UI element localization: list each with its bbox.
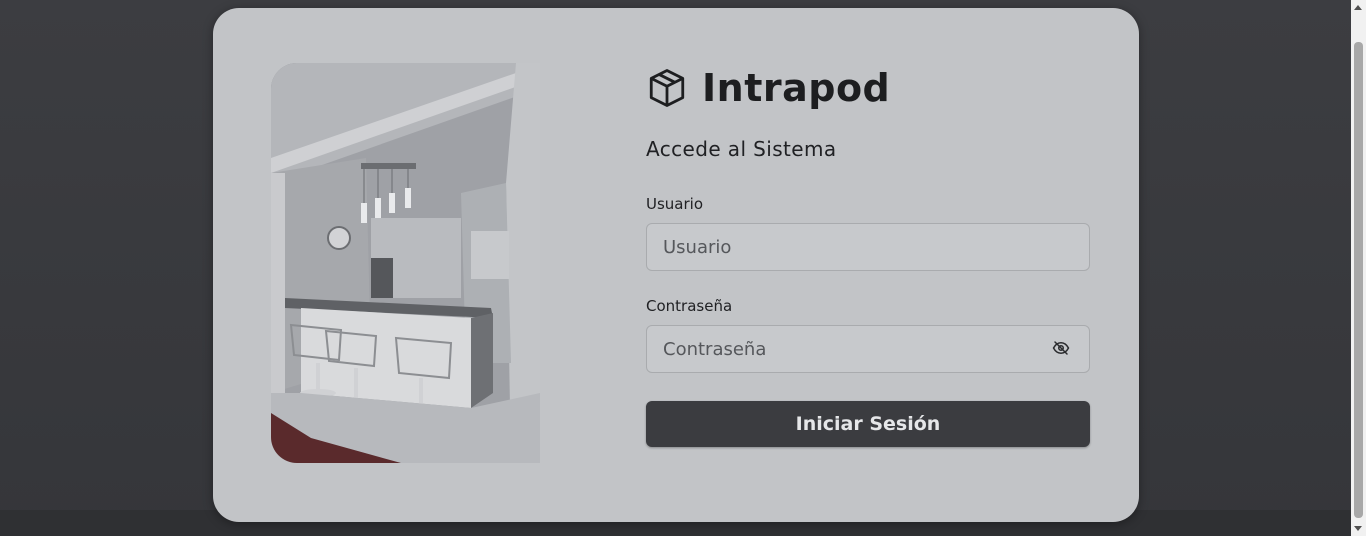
login-page: Intrapod Accede al Sistema Usuario Contr… [0, 0, 1366, 536]
page-subtitle: Accede al Sistema [646, 137, 837, 161]
login-card: Intrapod Accede al Sistema Usuario Contr… [213, 8, 1139, 522]
password-label: Contraseña [646, 297, 733, 315]
username-input[interactable] [646, 223, 1090, 271]
eye-off-icon[interactable] [1052, 339, 1072, 359]
password-input[interactable] [646, 325, 1090, 373]
page-scrollbar[interactable] [1351, 0, 1366, 536]
scroll-down-icon[interactable] [1354, 526, 1362, 531]
box-icon [646, 67, 688, 109]
brand-name: Intrapod [702, 66, 891, 110]
login-button[interactable]: Iniciar Sesión [646, 401, 1090, 447]
brand: Intrapod [646, 63, 1090, 113]
password-group: Contraseña [646, 297, 1090, 373]
scroll-thumb[interactable] [1354, 42, 1363, 518]
username-label: Usuario [646, 195, 704, 213]
username-group: Usuario [646, 195, 1090, 271]
login-form: Intrapod Accede al Sistema Usuario Contr… [646, 63, 1090, 447]
scroll-up-icon[interactable] [1354, 5, 1362, 10]
kitchen-photo [271, 63, 540, 463]
